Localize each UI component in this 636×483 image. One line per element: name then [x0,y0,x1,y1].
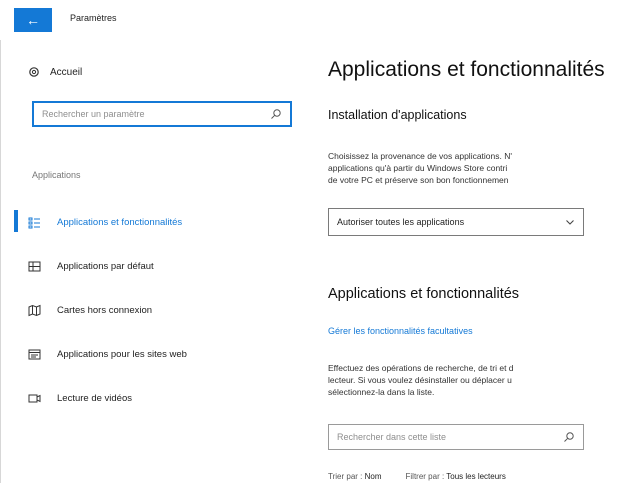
sidebar-item-label: Applications pour les sites web [57,348,187,360]
apps-text-line: Effectuez des opérations de recherche, d… [328,363,514,373]
sidebar: Accueil Rechercher un paramètre Applicat… [0,40,306,483]
chevron-down-icon [566,220,574,225]
section-label: Applications [32,170,81,180]
settings-search-input[interactable]: Rechercher un paramètre [32,101,292,127]
apps-list-icon [28,216,41,229]
filter-value: Tous les lecteurs [446,472,506,481]
home-link[interactable]: Accueil [28,66,82,78]
apps-heading: Applications et fonctionnalités [328,286,520,302]
search-icon [564,432,574,442]
app-title: Paramètres [70,13,117,23]
sort-value: Nom [364,472,382,481]
install-text-line: Choisissez la provenance de vos applicat… [328,151,512,161]
default-apps-icon [28,260,41,273]
title-bar: ← Paramètres [0,0,636,40]
sidebar-item-default-apps[interactable]: Applications par défaut [0,244,306,288]
sort-label: Trier par : [328,472,363,481]
settings-search-placeholder: Rechercher un paramètre [42,109,145,119]
sidebar-item-website-apps[interactable]: Applications pour les sites web [0,332,306,376]
app-list-search-input[interactable]: Rechercher dans cette liste [328,424,584,450]
gear-icon [28,66,40,78]
home-label: Accueil [50,66,83,78]
website-apps-icon [28,348,41,361]
back-arrow-icon: ← [26,12,40,28]
install-description: Choisissez la provenance de vos applicat… [328,150,636,186]
sidebar-item-offline-maps[interactable]: Cartes hors connexion [0,288,306,332]
back-button[interactable]: ← [14,8,52,32]
sidebar-nav: Applications et fonctionnalités Applicat… [0,200,306,420]
video-icon [28,392,41,405]
page-title: Applications et fonctionnalités [328,58,605,81]
search-icon [271,109,281,119]
apps-text-line: sélectionnez-la dans la liste. [328,387,435,397]
sort-control[interactable]: Trier par : Nom [328,472,382,481]
app-list-search-placeholder: Rechercher dans cette liste [337,432,447,442]
main-content: Applications et fonctionnalités Installa… [306,40,636,483]
install-source-dropdown[interactable]: Autoriser toutes les applications [328,208,584,236]
optional-features-link[interactable]: Gérer les fonctionnalités facultatives [328,326,473,336]
apps-text-line: lecteur. Si vous voulez désinstaller ou … [328,375,512,385]
filter-label: Filtrer par : [405,472,445,481]
sidebar-item-video-playback[interactable]: Lecture de vidéos [0,376,306,420]
sidebar-item-label: Applications et fonctionnalités [57,216,183,228]
apps-description: Effectuez des opérations de recherche, d… [328,362,636,398]
sidebar-item-apps-features[interactable]: Applications et fonctionnalités [0,200,306,244]
filter-control[interactable]: Filtrer par : Tous les lecteurs [406,472,506,481]
sidebar-item-label: Applications par défaut [57,260,154,272]
install-source-value: Autoriser toutes les applications [337,217,465,227]
install-text-line: applications qu'à partir du Windows Stor… [328,163,508,173]
sidebar-item-label: Cartes hors connexion [57,304,153,316]
sort-filter-bar: Trier par : Nom Filtrer par : Tous les l… [328,472,506,481]
map-icon [28,304,41,317]
install-heading: Installation d'applications [328,108,467,122]
install-text-line: de votre PC et préserve son bon fonction… [328,175,509,185]
sidebar-item-label: Lecture de vidéos [57,392,132,404]
